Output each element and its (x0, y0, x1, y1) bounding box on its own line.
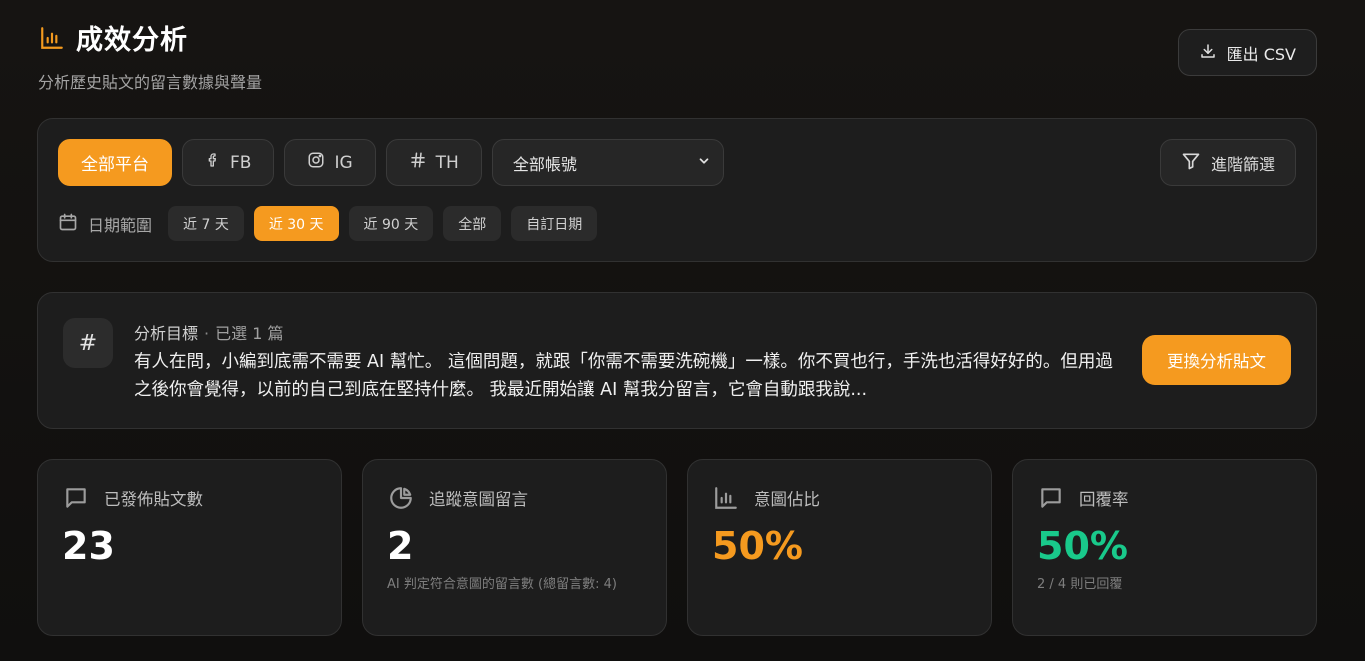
export-csv-label: 匯出 CSV (1226, 44, 1296, 64)
pie-chart-icon (387, 484, 415, 512)
page-header: 成效分析 分析歷史貼文的留言數據與聲量 匯出 CSV (38, 18, 1317, 92)
platform-ig-button[interactable]: IG (284, 139, 376, 186)
platform-all-button[interactable]: 全部平台 (58, 139, 172, 186)
filter-icon (1181, 151, 1201, 175)
selected-count: 已選 1 篇 (215, 324, 284, 343)
stat-label: 已發佈貼文數 (104, 490, 203, 509)
stat-value: 50% (1037, 524, 1128, 568)
stat-card-reply-rate: 回覆率 50% 2 / 4 則已回覆 (1012, 459, 1317, 636)
separator-dot: · (204, 324, 210, 343)
analysis-target-panel: # 分析目標 · 已選 1 篇 有人在問，小編到底需不需要 AI 幫忙。 這個問題，… (37, 292, 1317, 429)
account-select[interactable]: 全部帳號 (491, 139, 724, 186)
date-range-filter: 日期範圍 近 7 天 近 30 天 近 90 天 全部 自訂日期 (58, 206, 598, 241)
target-post-text: 有人在問，小編到底需不需要 AI 幫忙。 這個問題，就跟「你需不需要洗碗機」一樣… (134, 352, 1113, 400)
date-range-7d[interactable]: 近 7 天 (168, 206, 244, 241)
platform-th-label: TH (435, 152, 459, 173)
chevron-down-icon (697, 153, 711, 172)
platform-fb-button[interactable]: FB (182, 139, 275, 186)
platform-filter: 全部平台 FB IG TH 全部帳號 (58, 139, 724, 186)
stat-card-intent-ratio: 意圖佔比 50% (687, 459, 992, 636)
stat-value: 50% (712, 524, 803, 568)
download-icon (1199, 42, 1217, 64)
target-label: 分析目標 (134, 324, 199, 343)
calendar-icon (58, 212, 78, 236)
hash-icon (409, 151, 427, 174)
message-icon (1037, 484, 1065, 512)
facebook-icon (205, 151, 221, 174)
target-meta: 分析目標 · 已選 1 篇 (134, 320, 283, 344)
platform-fb-label: FB (230, 152, 252, 173)
stat-value: 23 (62, 524, 115, 568)
date-range-all[interactable]: 全部 (443, 206, 502, 241)
advanced-filter-label: 進階篩選 (1210, 154, 1275, 174)
date-range-heading: 日期範圍 (58, 212, 152, 236)
platform-th-button[interactable]: TH (385, 139, 482, 186)
stat-label: 意圖佔比 (754, 490, 820, 509)
platform-all-label: 全部平台 (81, 155, 149, 175)
page-subtitle: 分析歷史貼文的留言數據與聲量 (38, 73, 263, 92)
export-csv-button[interactable]: 匯出 CSV (1177, 29, 1317, 76)
date-range-30d[interactable]: 近 30 天 (253, 206, 339, 241)
date-range-label: 日期範圍 (88, 215, 153, 235)
change-post-button[interactable]: 更換分析貼文 (1142, 335, 1291, 385)
stat-value: 2 (387, 524, 414, 568)
hash-icon: # (63, 318, 113, 368)
stat-label: 追蹤意圖留言 (429, 490, 528, 509)
advanced-filter-button[interactable]: 進階篩選 (1159, 139, 1296, 186)
filter-panel: 全部平台 FB IG TH 全部帳號 進階篩選 日期範圍 近 7 天 近 30 … (37, 118, 1317, 262)
stat-card-intent-comments: 追蹤意圖留言 2 AI 判定符合意圖的留言數 (總留言數: 4) (362, 459, 667, 636)
bar-chart-icon (38, 24, 66, 52)
page-title: 成效分析 (76, 25, 188, 56)
message-icon (62, 484, 90, 512)
date-range-custom[interactable]: 自訂日期 (511, 206, 598, 241)
stat-note: AI 判定符合意圖的留言數 (總留言數: 4) (387, 577, 617, 592)
account-select-value: 全部帳號 (512, 154, 577, 174)
date-range-90d[interactable]: 近 90 天 (348, 206, 434, 241)
bar-chart-icon (712, 484, 740, 512)
stats-row: 已發佈貼文數 23 追蹤意圖留言 2 AI 判定符合意圖的留言數 (總留言數: … (37, 459, 1317, 636)
stat-label: 回覆率 (1079, 490, 1129, 509)
stat-note: 2 / 4 則已回覆 (1037, 577, 1123, 592)
stat-card-posts: 已發佈貼文數 23 (37, 459, 342, 636)
platform-ig-label: IG (334, 152, 353, 173)
instagram-icon (307, 151, 325, 174)
